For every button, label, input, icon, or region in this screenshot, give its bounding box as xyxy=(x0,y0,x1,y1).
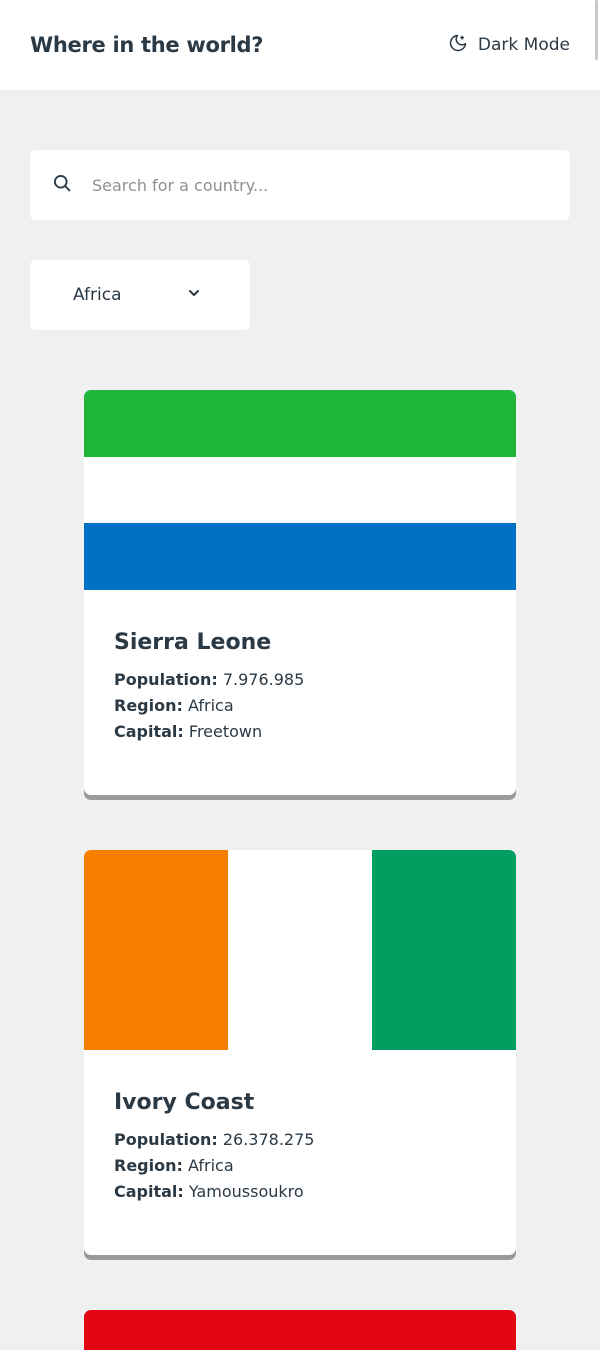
country-name: Sierra Leone xyxy=(114,630,272,655)
moon-icon xyxy=(448,33,468,58)
flag-stripe xyxy=(84,523,516,591)
dark-mode-label: Dark Mode xyxy=(477,35,570,55)
chevron-down-icon xyxy=(186,285,202,306)
search-input[interactable] xyxy=(92,175,512,195)
flag-stripe xyxy=(84,850,228,1050)
region-stat: Region: Africa xyxy=(114,1156,234,1175)
population-stat: Population: 7.976.985 xyxy=(114,670,305,689)
country-card[interactable]: Ivory Coast Population: 26.378.275 Regio… xyxy=(84,850,516,1255)
country-flag xyxy=(84,850,516,1050)
flag-stripe xyxy=(372,850,516,1050)
capital-stat: Capital: Freetown xyxy=(114,722,263,741)
search-icon xyxy=(52,173,72,197)
flag-stripe xyxy=(228,850,372,1050)
country-name: Ivory Coast xyxy=(114,1090,255,1115)
search-box xyxy=(30,150,570,220)
region-filter-value: Africa xyxy=(73,285,122,305)
country-flag xyxy=(84,390,516,591)
scrollbar[interactable] xyxy=(595,0,598,60)
region-filter-select[interactable]: Africa xyxy=(30,260,250,330)
dark-mode-toggle[interactable]: Dark Mode xyxy=(448,33,570,58)
country-card[interactable] xyxy=(84,1310,516,1350)
flag-stripe xyxy=(84,1310,516,1350)
capital-stat: Capital: Yamoussoukro xyxy=(114,1182,304,1201)
country-card[interactable]: Sierra Leone Population: 7.976.985 Regio… xyxy=(84,390,516,795)
flag-stripe xyxy=(84,456,516,524)
region-stat: Region: Africa xyxy=(114,696,234,715)
country-flag xyxy=(84,1310,516,1350)
population-stat: Population: 26.378.275 xyxy=(114,1130,315,1149)
app-title: Where in the world? xyxy=(30,33,264,57)
flag-stripe xyxy=(84,390,516,457)
app-header: Where in the world? Dark Mode xyxy=(0,0,600,90)
